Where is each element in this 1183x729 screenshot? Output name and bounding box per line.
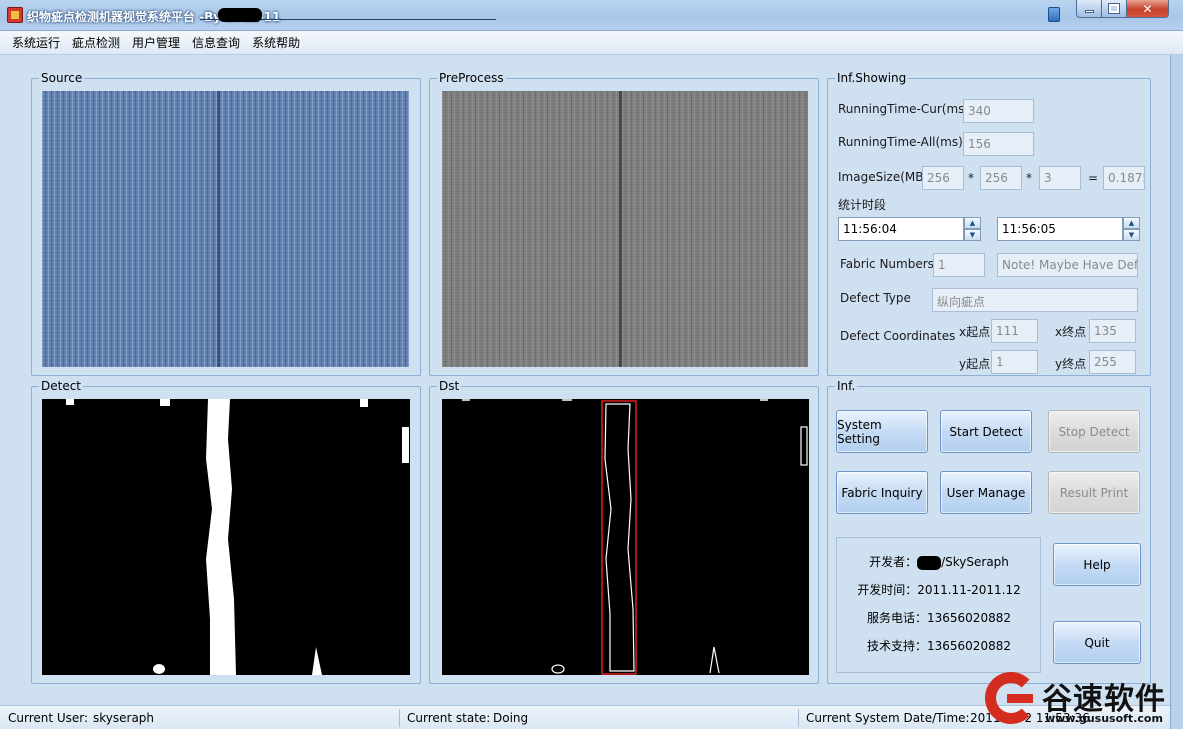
dst-image: [442, 399, 809, 675]
start-detect-button[interactable]: Start Detect: [940, 410, 1032, 453]
running-time-all-field[interactable]: 156: [963, 132, 1034, 156]
watermark-url: www.gususoft.com: [1045, 712, 1163, 725]
developer-line: 开发者： /SkySeraph: [837, 553, 1041, 570]
tray-icon[interactable]: [1048, 7, 1060, 22]
source-seam: [217, 91, 220, 367]
x-start-label: x起点: [959, 325, 991, 339]
detect-mask: [66, 399, 409, 675]
watermark-logo: 谷速软件 www.gususoft.com: [985, 672, 1183, 729]
running-time-all-label: RunningTime-All(ms): [838, 135, 963, 149]
app-icon[interactable]: [7, 7, 23, 23]
service-phone-line: 服务电话：13656020882: [867, 611, 1011, 625]
help-button[interactable]: Help: [1053, 543, 1141, 586]
maximize-icon: [1108, 3, 1120, 14]
preprocess-label: PreProcess: [437, 71, 506, 85]
spin-down-icon[interactable]: ▼: [964, 229, 981, 241]
info-showing-group: Inf.Showing RunningTime-Cur(ms) 340 Runn…: [827, 71, 1151, 376]
spin-down-icon[interactable]: ▼: [1123, 229, 1140, 241]
x-start-field[interactable]: 111: [991, 319, 1038, 343]
menu-bar: 系统运行 疵点检测 用户管理 信息查询 系统帮助: [0, 31, 1183, 55]
image-height-field[interactable]: 256: [980, 166, 1022, 190]
close-button[interactable]: ✕: [1126, 0, 1169, 18]
fabric-numbers-field[interactable]: 1: [933, 253, 985, 277]
dev-time-line: 开发时间：2011.11-2011.12: [857, 583, 1021, 597]
y-start-field[interactable]: 1: [991, 350, 1038, 374]
image-mb-field[interactable]: 0.1875: [1103, 166, 1145, 190]
developer-prefix: 开发者：: [869, 555, 918, 569]
menu-defect-detect[interactable]: 疵点检测: [66, 34, 126, 51]
quit-button[interactable]: Quit: [1053, 621, 1141, 664]
menu-system-run[interactable]: 系统运行: [6, 34, 66, 51]
info-showing-label: Inf.Showing: [835, 71, 909, 85]
detect-group: Detect: [31, 379, 421, 684]
period-label: 统计时段: [838, 198, 887, 212]
detect-label: Detect: [39, 379, 84, 393]
spin-up-icon[interactable]: ▲: [1123, 217, 1140, 229]
x-end-label: x终点: [1055, 325, 1087, 339]
result-print-button[interactable]: Result Print: [1048, 471, 1140, 514]
detect-image: [42, 399, 410, 675]
menu-user-manage[interactable]: 用户管理: [126, 34, 186, 51]
title-bar[interactable]: 织物疵点检测机器视觉系统平台 -By 2011-11 ✕: [0, 0, 1183, 31]
image-size-label: ImageSize(MB): [838, 170, 929, 184]
spin-up-icon[interactable]: ▲: [964, 217, 981, 229]
window-edge: [1170, 55, 1183, 729]
time-start-field[interactable]: 11:56:04: [838, 217, 964, 241]
running-time-cur-label: RunningTime-Cur(ms): [838, 102, 970, 116]
time-end-spinner[interactable]: ▲ ▼: [1123, 217, 1140, 241]
fabric-numbers-label: Fabric Numbers: [840, 257, 934, 271]
defect-type-label: Defect Type: [840, 291, 911, 305]
inf-label: Inf.: [835, 379, 858, 393]
source-label: Source: [39, 71, 85, 85]
user-manage-button[interactable]: User Manage: [940, 471, 1032, 514]
redacted-author: [218, 8, 262, 22]
tech-support-line: 技术支持：13656020882: [867, 639, 1011, 653]
logo-g-bar: [1007, 694, 1033, 703]
defect-coordinates-label: Defect Coordinates: [840, 329, 956, 343]
current-user-label: Current User:: [8, 711, 89, 725]
multiply-sign-1: *: [968, 171, 974, 185]
y-end-field[interactable]: 255: [1089, 350, 1136, 374]
fabric-inquiry-button[interactable]: Fabric Inquiry: [836, 471, 928, 514]
equals-sign: =: [1088, 171, 1099, 185]
time-end-field[interactable]: 11:56:05: [997, 217, 1123, 241]
multiply-sign-2: *: [1026, 171, 1032, 185]
dst-group: Dst: [429, 379, 819, 684]
preprocess-seam: [619, 91, 622, 367]
dst-label: Dst: [437, 379, 462, 393]
current-state-value: Doing: [493, 711, 529, 725]
redacted-developer: [917, 555, 942, 570]
status-separator: [399, 709, 400, 727]
preprocess-image: [442, 91, 808, 367]
status-separator: [798, 709, 799, 727]
image-channels-field[interactable]: 3: [1039, 166, 1081, 190]
maximize-button[interactable]: [1101, 0, 1127, 18]
current-state-label: Current state:: [407, 711, 491, 725]
system-setting-button[interactable]: System Setting: [836, 410, 928, 453]
time-start-spinner[interactable]: ▲ ▼: [964, 217, 981, 241]
current-user-value: skyseraph: [93, 711, 155, 725]
developer-info-box: 开发者： /SkySeraph 开发时间：2011.11-2011.12 服务电话…: [836, 537, 1041, 673]
dst-contours: [462, 399, 808, 675]
defect-type-field[interactable]: 纵向疵点: [932, 288, 1138, 312]
preprocess-group: PreProcess: [429, 71, 819, 376]
close-icon: ✕: [1142, 1, 1153, 16]
fabric-note-field[interactable]: Note! Maybe Have Defect: [997, 253, 1138, 277]
developer-name: /SkySeraph: [941, 555, 1009, 569]
inf-group: Inf. System Setting Start Detect Stop De…: [827, 379, 1151, 684]
y-end-label: y终点: [1055, 357, 1087, 371]
y-start-label: y起点: [959, 357, 991, 371]
x-end-field[interactable]: 135: [1089, 319, 1136, 343]
source-image: [42, 91, 409, 367]
minimize-icon: [1084, 10, 1094, 13]
stop-detect-button[interactable]: Stop Detect: [1048, 410, 1140, 453]
minimize-button[interactable]: [1076, 0, 1102, 18]
defect-bounding-box: [601, 400, 637, 675]
menu-info-query[interactable]: 信息查询: [186, 34, 246, 51]
image-width-field[interactable]: 256: [922, 166, 964, 190]
menu-system-help[interactable]: 系统帮助: [246, 34, 306, 51]
running-time-cur-field[interactable]: 340: [963, 99, 1034, 123]
source-group: Source: [31, 71, 421, 376]
datetime-label: Current System Date/Time:: [806, 711, 970, 725]
